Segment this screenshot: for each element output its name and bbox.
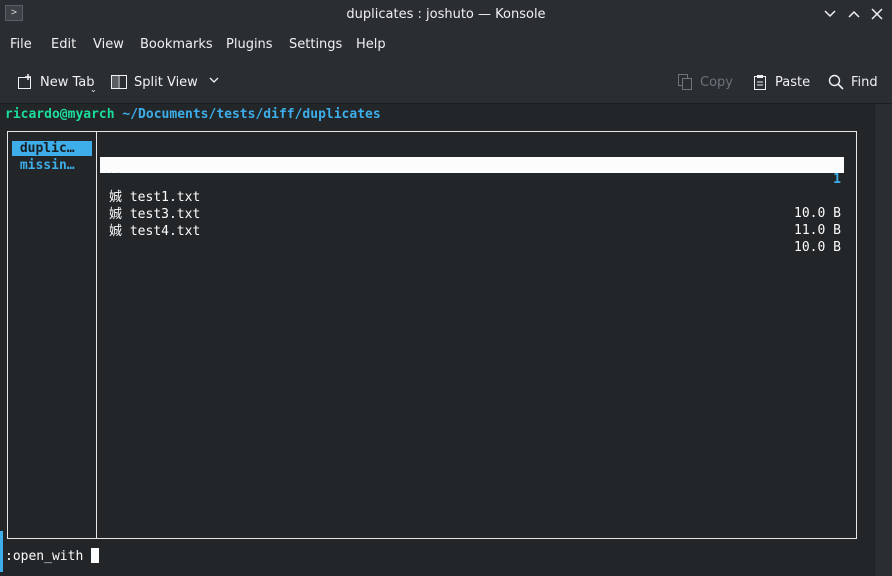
menu-bar: File Edit View Bookmarks Plugins Setting… xyxy=(0,29,892,59)
parent-dir-name: missin… xyxy=(19,158,75,173)
copy-button[interactable]: Copy xyxy=(677,73,733,91)
text-cursor xyxy=(91,548,100,563)
menu-edit[interactable]: Edit xyxy=(51,37,76,52)
file-name: 娍 test4.txt xyxy=(109,224,200,240)
parent-dir-item-selected[interactable]: duplic… xyxy=(12,141,92,156)
command-line[interactable]: :open_with xyxy=(5,548,100,564)
file-row-directory[interactable]: more 1 xyxy=(100,140,844,187)
title-bar: > duplicates : joshuto — Konsole xyxy=(0,0,892,29)
shell-prompt: ricardo@myarch ~/Documents/tests/diff/du… xyxy=(5,107,381,122)
new-tab-button[interactable]: New Tab ⌄ xyxy=(17,73,97,94)
file-size: 10.0 B xyxy=(794,240,841,255)
parent-dir-name: duplic… xyxy=(19,141,75,156)
close-icon[interactable] xyxy=(870,7,884,21)
copy-label: Copy xyxy=(700,74,733,90)
command-text: :open_with xyxy=(5,549,84,564)
terminal-view[interactable]: ricardo@myarch ~/Documents/tests/diff/du… xyxy=(0,104,874,576)
focus-indicator xyxy=(0,531,3,572)
menu-plugins[interactable]: Plugins xyxy=(226,37,273,52)
menu-settings[interactable]: Settings xyxy=(289,37,342,52)
file-size: 11.0 B xyxy=(794,223,841,238)
file-row[interactable]: 娍 test4.txt 10.0 B xyxy=(100,208,844,255)
copy-icon xyxy=(677,74,693,90)
search-icon xyxy=(828,74,844,90)
file-row[interactable]: 娍 test1.txt 10.0 B xyxy=(100,174,844,221)
menu-file[interactable]: File xyxy=(10,37,32,52)
window-title: duplicates : joshuto — Konsole xyxy=(346,7,546,22)
split-view-button[interactable]: Split View xyxy=(111,73,220,91)
pane-divider xyxy=(96,131,97,539)
menu-bookmarks[interactable]: Bookmarks xyxy=(140,37,213,52)
paste-button[interactable]: Paste xyxy=(752,73,810,91)
new-tab-icon xyxy=(17,74,33,90)
paste-icon xyxy=(752,74,768,90)
find-label: Find xyxy=(851,74,878,90)
menu-help[interactable]: Help xyxy=(356,37,386,52)
terminal-scrollbar[interactable] xyxy=(874,104,892,576)
maximize-icon[interactable] xyxy=(847,7,861,21)
split-view-icon xyxy=(111,74,127,90)
new-tab-label: New Tab xyxy=(40,74,95,90)
toolbar: New Tab ⌄ Split View Copy Paste Find xyxy=(0,59,892,104)
new-tab-dropdown-icon[interactable]: ⌄ xyxy=(90,85,97,94)
find-button[interactable]: Find xyxy=(828,73,878,91)
prompt-path: ~/Documents/tests/diff/duplicates xyxy=(122,107,381,122)
prompt-user: ricardo@myarch xyxy=(5,107,115,122)
menu-view[interactable]: View xyxy=(93,37,124,52)
file-row-selected[interactable]: 娍 test 2.txt 9.00 B xyxy=(100,157,844,204)
minimize-icon[interactable] xyxy=(823,7,837,21)
paste-label: Paste xyxy=(775,74,811,90)
file-name-text: test4.txt xyxy=(129,224,201,239)
file-icon: 娍 xyxy=(109,224,123,239)
split-view-label: Split View xyxy=(134,74,198,90)
parent-dir-item[interactable]: missin… xyxy=(12,158,75,173)
file-row[interactable]: 娍 test3.txt 11.0 B xyxy=(100,191,844,238)
split-view-dropdown-icon[interactable] xyxy=(208,74,220,90)
